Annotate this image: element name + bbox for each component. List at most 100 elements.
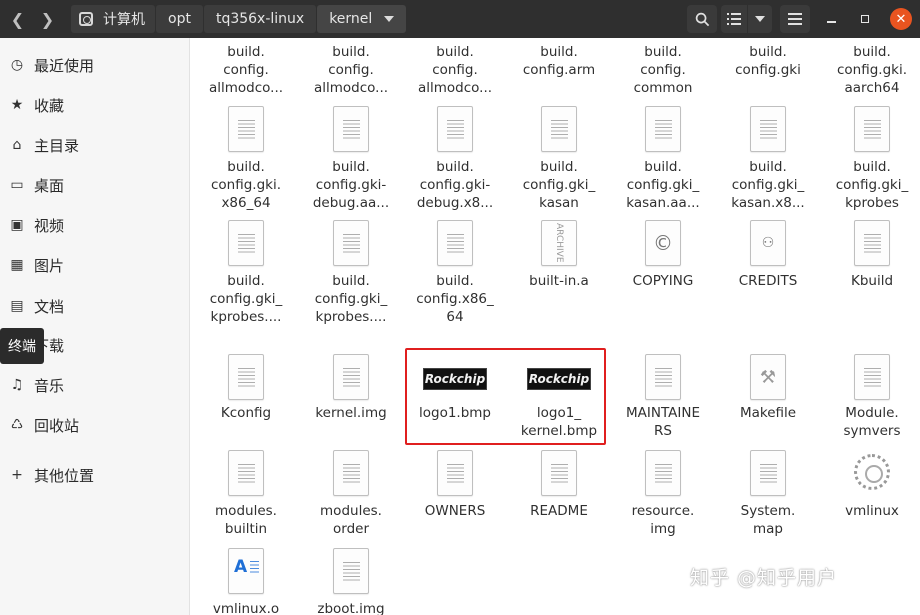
sidebar-item-desktop[interactable]: ▭ 桌面 xyxy=(0,167,190,203)
sidebar-item-music[interactable]: ♫ 音乐 xyxy=(0,367,190,403)
search-button[interactable] xyxy=(687,5,717,33)
sidebar-item-pictures[interactable]: ▦ 图片 xyxy=(0,247,190,283)
file-name: build. config.gki_ kasan xyxy=(522,159,596,211)
sidebar-item-documents[interactable]: ▤ 文档 xyxy=(0,288,190,324)
close-button[interactable]: ✕ xyxy=(890,8,912,30)
text-file-icon xyxy=(333,106,369,152)
file-name: kernel.img xyxy=(315,405,387,421)
sidebar-item-label: 桌面 xyxy=(34,176,65,195)
text-file-icon xyxy=(645,354,681,400)
breadcrumb-label: tq356x-linux xyxy=(215,11,305,27)
file-name: build. config.x86_ 64 xyxy=(416,273,494,325)
text-file-icon xyxy=(333,548,369,594)
sidebar-item-label: 收藏 xyxy=(34,96,65,115)
path-bar: 计算机 opt tq356x-linux kernel xyxy=(71,5,407,33)
text-file-icon xyxy=(645,450,681,496)
file-name: vmlinux.o xyxy=(212,601,280,615)
breadcrumb-kernel[interactable]: kernel xyxy=(317,5,407,33)
back-button[interactable]: ❮ xyxy=(4,5,31,33)
desktop-icon: ▭ xyxy=(10,177,24,193)
sidebar-item-label: 主目录 xyxy=(34,136,80,155)
object-file-icon: A xyxy=(228,548,264,594)
file-name: build. config.gki. x86_64 xyxy=(210,159,282,211)
file-name: COPYING xyxy=(632,273,694,289)
file-name: build. config.arm xyxy=(522,44,596,78)
text-file-icon xyxy=(228,450,264,496)
plus-icon: + xyxy=(11,467,23,483)
sidebar-item-starred[interactable]: ★ 收藏 xyxy=(0,87,190,123)
menu-icon xyxy=(788,13,802,25)
file-name: build. config.gki- debug.x8... xyxy=(416,159,494,211)
text-file-icon xyxy=(541,450,577,496)
file-name: build. config.gki_ kasan.aa... xyxy=(626,159,700,211)
file-name: built-in.a xyxy=(529,273,589,289)
breadcrumb-opt[interactable]: opt xyxy=(156,5,203,33)
document-icon: ▤ xyxy=(10,298,24,314)
forward-button[interactable]: ❯ xyxy=(34,5,61,33)
chevron-down-icon xyxy=(755,16,765,22)
chevron-right-icon: ❯ xyxy=(40,9,55,29)
sidebar-item-label: 音乐 xyxy=(34,376,65,395)
maximize-icon xyxy=(861,15,869,23)
file-name: build. config.gki_ kasan.x8... xyxy=(731,159,805,211)
search-icon xyxy=(695,12,709,26)
sidebar-item-home[interactable]: ⌂ 主目录 xyxy=(0,127,190,163)
sidebar: ◷最近使用 ★收藏 ⌂主目录 ▭桌面 ▣视频 ▦图片 ▤文档 ⇩下载 ♫音乐 ♺… xyxy=(0,38,190,615)
text-file-icon xyxy=(228,354,264,400)
text-file-icon xyxy=(228,106,264,152)
executable-icon xyxy=(854,454,890,490)
file-name: System. map xyxy=(740,503,796,537)
chevron-down-icon xyxy=(384,16,395,22)
text-file-icon xyxy=(437,450,473,496)
image-icon: ▦ xyxy=(10,257,24,273)
drive-icon xyxy=(79,12,93,26)
file-name: MAINTAINE RS xyxy=(625,405,700,439)
file-name: build. config.gki xyxy=(735,44,801,78)
list-view-icon xyxy=(727,13,741,25)
file-name: modules. builtin xyxy=(215,503,277,537)
sidebar-item-label: 视频 xyxy=(34,216,65,235)
sidebar-item-label: 最近使用 xyxy=(34,56,95,75)
file-name: build. config.gki_ kprobes xyxy=(835,159,909,211)
list-view-button[interactable] xyxy=(721,5,747,33)
file-grid: build. config. allmodco... build. config.… xyxy=(190,38,920,615)
sidebar-item-videos[interactable]: ▣ 视频 xyxy=(0,207,190,243)
text-file-icon xyxy=(854,106,890,152)
menu-button[interactable] xyxy=(780,5,810,33)
highlight-box xyxy=(405,348,606,445)
file-name: build. config. allmodco... xyxy=(208,44,284,96)
tooltip: 终端 xyxy=(0,328,44,364)
text-file-icon xyxy=(854,354,890,400)
file-name: build. config. common xyxy=(633,44,693,96)
text-file-icon xyxy=(750,106,786,152)
file-name: Kconfig xyxy=(220,405,272,421)
file-name: build. config.gki_ kprobes.... xyxy=(314,273,388,325)
header-bar: ❮ ❯ 计算机 opt tq356x-linux kernel ✕ xyxy=(0,0,920,38)
sidebar-item-label: 文档 xyxy=(34,297,65,316)
people-icon: ⚇ xyxy=(750,220,786,266)
music-icon: ♫ xyxy=(10,377,24,393)
archive-icon: ARCHIVE xyxy=(541,220,577,266)
file-name: build. config.gki_ kprobes.... xyxy=(209,273,283,325)
text-file-icon xyxy=(541,106,577,152)
sidebar-item-recent[interactable]: ◷ 最近使用 xyxy=(0,47,190,83)
breadcrumb-tq356x-linux[interactable]: tq356x-linux xyxy=(203,5,317,33)
breadcrumb-computer[interactable]: 计算机 xyxy=(71,5,155,33)
text-file-icon xyxy=(333,354,369,400)
file-name: build. config.gki. aarch64 xyxy=(836,44,908,96)
maximize-button[interactable] xyxy=(848,5,882,33)
text-file-icon xyxy=(854,220,890,266)
file-name: build. config. allmodco... xyxy=(313,44,389,96)
hammer-icon: ⚒ xyxy=(750,354,786,400)
view-options-button[interactable] xyxy=(748,5,772,33)
sidebar-item-label: 其他位置 xyxy=(34,466,95,485)
sidebar-item-trash[interactable]: ♺ 回收站 xyxy=(0,407,190,443)
sidebar-item-label: 图片 xyxy=(34,256,65,275)
text-file-icon xyxy=(333,450,369,496)
minimize-button[interactable] xyxy=(814,5,848,33)
file-name: CREDITS xyxy=(738,273,798,289)
file-name: Kbuild xyxy=(850,273,894,289)
file-name: build. config. allmodco... xyxy=(417,44,493,96)
sidebar-item-other-locations[interactable]: + 其他位置 xyxy=(0,457,190,493)
text-file-icon xyxy=(437,106,473,152)
